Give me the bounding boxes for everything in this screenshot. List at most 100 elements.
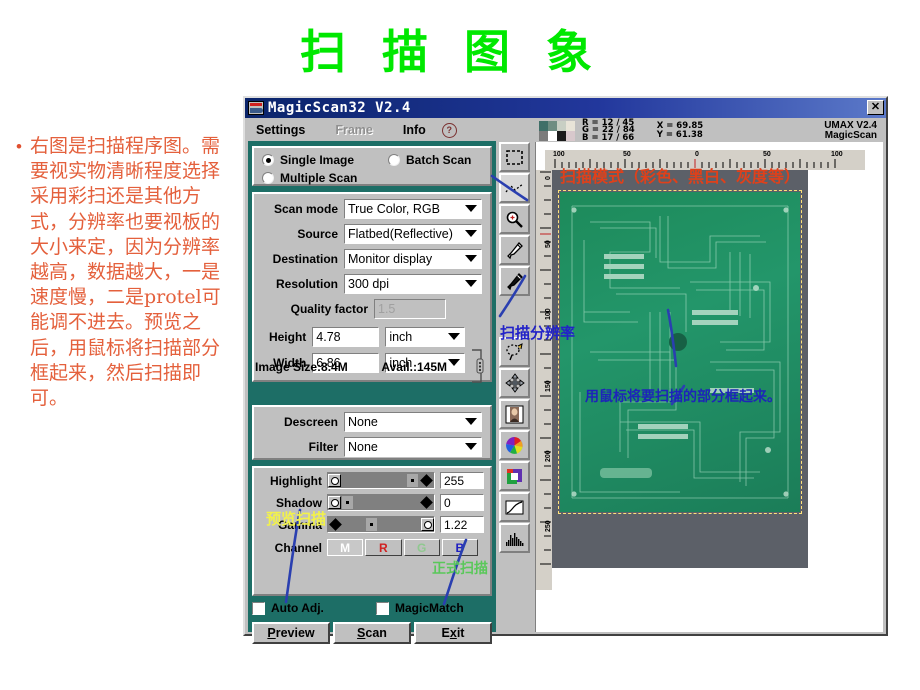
color-balance-icon[interactable]: [499, 461, 530, 491]
tool-strip-gap: [499, 297, 532, 337]
menu-item-settings[interactable]: Settings: [256, 123, 305, 137]
radio-multiple-scan[interactable]: Multiple Scan: [262, 169, 490, 187]
filter-group: Descreen None Filter None: [252, 405, 492, 460]
radio-batch-scan[interactable]: Batch Scan: [388, 151, 471, 169]
highlight-min-knob[interactable]: [328, 474, 341, 487]
field-filter: Filter None: [260, 436, 482, 457]
shadow-label: Shadow: [275, 495, 322, 510]
height-unit-value: inch: [389, 329, 413, 344]
resolution-value: 300 dpi: [348, 276, 390, 291]
channel-button-m[interactable]: M: [327, 539, 364, 556]
highlight-label: Highlight: [270, 473, 322, 488]
field-destination: Destination Monitor display: [260, 248, 482, 269]
color-wheel-icon[interactable]: [499, 430, 530, 460]
height-input[interactable]: 4.78: [312, 326, 380, 347]
chevron-down-icon: [465, 230, 477, 237]
shadow-max-knob[interactable]: [420, 496, 433, 509]
photo-icon[interactable]: [499, 399, 530, 429]
radio-label: Multiple Scan: [280, 171, 358, 185]
scan-mode-label: Scan mode: [273, 201, 338, 216]
chevron-down-icon: [465, 280, 477, 287]
hruler-ticks: [554, 159, 836, 168]
help-question-icon[interactable]: ?: [441, 122, 457, 138]
zoom-icon[interactable]: [499, 204, 530, 234]
exit-button[interactable]: Ex it: [414, 622, 492, 644]
scan-button[interactable]: Scan: [333, 622, 411, 644]
preview-button[interactable]: Preview: [252, 622, 330, 644]
gamma-min-knob[interactable]: [329, 518, 342, 531]
scan-mode-select[interactable]: True Color, RGB: [344, 198, 482, 219]
field-resolution: Resolution 300 dpi: [260, 273, 482, 294]
scan-accel: S: [357, 626, 366, 640]
window-title: MagicScan32 V2.4: [268, 100, 411, 116]
window-title-bar[interactable]: MagicScan32 V2.4 ✕: [245, 98, 886, 118]
vertical-ruler: 0 50 100 150 200 250: [536, 170, 552, 590]
field-scan-mode: Scan mode True Color, RGB: [260, 198, 482, 219]
rgb-readout: R = 12 / 45 G = 22 / 84 B = 17 / 66: [582, 117, 635, 143]
preview-image[interactable]: [552, 170, 808, 568]
scanner-icon: [248, 101, 264, 115]
gamma-max-knob[interactable]: [421, 518, 434, 531]
filter-value: None: [348, 439, 378, 454]
radio-single-image[interactable]: Single Image: [262, 151, 380, 169]
highlight-track[interactable]: [327, 472, 435, 489]
channel-button-g[interactable]: G: [403, 539, 440, 556]
scan-label: can: [365, 626, 387, 640]
brand-product: MagicScan: [824, 130, 877, 141]
marquee-select-icon[interactable]: [499, 142, 530, 172]
lasso-icon[interactable]: [499, 337, 530, 367]
gamma-track[interactable]: [327, 516, 435, 533]
destination-select[interactable]: Monitor display: [344, 248, 482, 269]
eyedropper-white-icon[interactable]: [499, 235, 530, 265]
preview-accel: P: [267, 626, 276, 640]
histogram-icon[interactable]: [499, 523, 530, 553]
gamma-label: Gamma: [277, 517, 322, 532]
magicscan-window: MagicScan32 V2.4 ✕ Settings Frame Info ?…: [243, 96, 888, 644]
marquee-dashed-icon[interactable]: [499, 173, 530, 203]
checkbox-magicmatch[interactable]: MagicMatch: [376, 601, 464, 615]
filter-label: Filter: [308, 439, 338, 454]
avail-text: Avail.:145M: [381, 360, 447, 374]
preview-pane[interactable]: 100 50 0 50 100 0 50 100 150 200 250: [535, 142, 883, 632]
field-height: Height 4.78 inch: [260, 326, 482, 347]
xy-readout: X = 69.85 Y = 61.38: [656, 121, 704, 140]
shadow-track[interactable]: [327, 494, 435, 511]
move-icon[interactable]: [499, 368, 530, 398]
quality-factor-input: 1.5: [374, 298, 446, 319]
exit-label-b: it: [456, 626, 465, 640]
gamma-mid-knob[interactable]: [366, 518, 377, 531]
field-quality-factor: Quality factor 1.5: [260, 298, 482, 319]
exit-label-a: E: [441, 626, 450, 640]
resolution-select[interactable]: 300 dpi: [344, 273, 482, 294]
scan-settings-group: Scan mode True Color, RGB Source Flatbed…: [252, 192, 492, 383]
checkbox-auto-adj[interactable]: Auto Adj.: [252, 601, 376, 615]
filter-select[interactable]: None: [344, 436, 482, 457]
source-select[interactable]: Flatbed(Reflective): [344, 223, 482, 244]
slider-shadow: Shadow 0: [260, 493, 484, 512]
highlight-max-knob[interactable]: [420, 474, 433, 487]
shadow-min-knob[interactable]: [328, 496, 341, 509]
chevron-down-icon: [465, 443, 477, 450]
height-unit-select[interactable]: inch: [385, 326, 466, 347]
status-info-bar: R = 12 / 45 G = 22 / 84 B = 17 / 66 X = …: [535, 119, 883, 143]
eyedropper-black-icon[interactable]: [499, 266, 530, 296]
horizontal-ruler: 100 50 0 50 100: [545, 150, 865, 170]
radio-label: Single Image: [280, 153, 355, 167]
shadow-value[interactable]: 0: [440, 494, 484, 511]
curves-icon[interactable]: [499, 492, 530, 522]
destination-value: Monitor display: [348, 251, 433, 266]
close-icon[interactable]: ✕: [867, 100, 884, 115]
selection-marquee[interactable]: [558, 190, 802, 514]
highlight-value[interactable]: 255: [440, 472, 484, 489]
descreen-select[interactable]: None: [344, 411, 482, 432]
menu-item-info[interactable]: Info: [403, 123, 426, 137]
hruler-label: 0: [695, 151, 699, 158]
hruler-label: 50: [763, 151, 771, 158]
gamma-value[interactable]: 1.22: [440, 516, 484, 533]
channel-button-r[interactable]: R: [365, 539, 402, 556]
source-value: Flatbed(Reflective): [348, 226, 453, 241]
shadow-mid-knob[interactable]: [342, 496, 353, 509]
channel-button-b[interactable]: B: [441, 539, 478, 556]
highlight-mid-knob[interactable]: [407, 474, 418, 487]
resolution-label: Resolution: [276, 276, 338, 291]
